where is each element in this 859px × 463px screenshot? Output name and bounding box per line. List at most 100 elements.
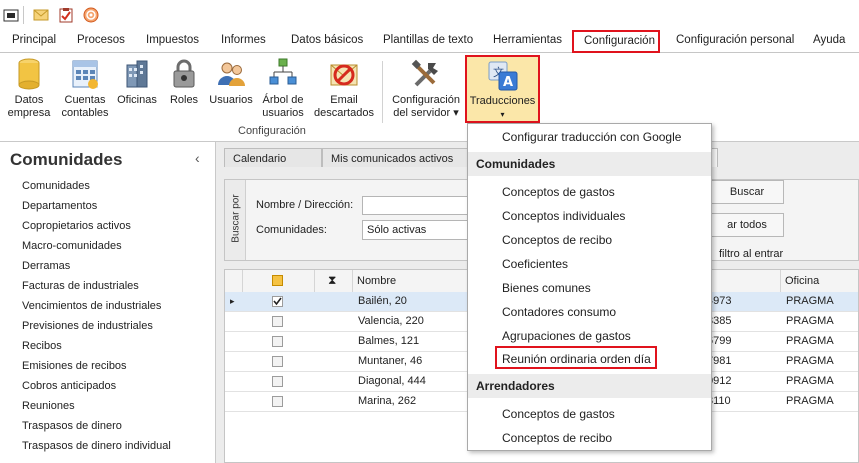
nav-item-traspasos-dinero[interactable]: Traspasos de dinero [22,420,122,432]
cuentas-contables-label2: contables [61,107,109,119]
nav-item-facturas-industriales[interactable]: Facturas de industriales [22,280,139,292]
menu-item-arr-conceptos-gastos[interactable]: Conceptos de gastos [502,407,615,421]
filtro-al-entrar-label: filtro al entrar [719,248,784,260]
ribbon-tabs: Principal Procesos Impuestos Informes Da… [0,30,859,53]
comunidades-label: Comunidades: [256,224,327,236]
configuracion-servidor-label2: del servidor ▾ [393,107,459,119]
nav-item-copropietarios[interactable]: Copropietarios activos [22,220,131,232]
configuracion-servidor-label1: Configuración [392,94,460,106]
arbol-usuarios-label2: usuarios [262,107,304,119]
traducciones-button[interactable]: 文A Traducciones ▾ [465,55,540,123]
tab-calendario[interactable]: Calendario [224,148,322,167]
roles-button[interactable]: Roles [164,53,204,129]
row-nombre: Bailén, 20 [358,295,407,307]
rss-icon[interactable] [83,7,99,23]
nav-item-derramas[interactable]: Derramas [22,260,70,272]
clipboard-icon[interactable] [58,7,74,23]
row-oficina: PRAGMA [786,315,834,327]
nav-item-traspasos-dinero-individual[interactable]: Traspasos de dinero individual [22,440,171,452]
nombre-direccion-input[interactable] [362,196,472,215]
menu-section-arrendadores: Arrendadores [468,374,711,398]
tab-ayuda[interactable]: Ayuda [813,34,845,46]
nav-item-vencimientos-industriales[interactable]: Vencimientos de industriales [22,300,161,312]
nav-item-departamentos[interactable]: Departamentos [22,200,97,212]
nav-item-macro-comunidades[interactable]: Macro-comunidades [22,240,122,252]
row-oficina: PRAGMA [786,335,834,347]
tab-impuestos[interactable]: Impuestos [146,34,199,46]
arbol-usuarios-button[interactable]: Árbol de usuarios [258,53,308,129]
nav-item-reuniones[interactable]: Reuniones [22,400,75,412]
nav-item-cobros-anticipados[interactable]: Cobros anticipados [22,380,116,392]
arbol-usuarios-label1: Árbol de [262,94,304,106]
tree-icon [267,57,299,91]
tab-principal[interactable]: Principal [12,34,56,46]
traducciones-label: Traducciones [469,95,536,107]
row-checkbox[interactable] [272,336,283,347]
quick-access-toolbar [0,0,859,30]
oficinas-label: Oficinas [117,94,157,106]
row-checkbox[interactable] [272,356,283,367]
row-checkbox[interactable] [272,316,283,327]
tab-plantillas-texto[interactable]: Plantillas de texto [383,34,473,46]
tab-herramientas[interactable]: Herramientas [493,34,562,46]
tab-mis-comunicados[interactable]: Mis comunicados activos [322,148,468,167]
collapse-icon[interactable]: ‹ [195,150,200,166]
oficinas-button[interactable]: Oficinas [115,53,159,129]
menu-item-reunion-ordinaria-label: Reunión ordinaria orden día [502,352,651,366]
filter-side-label: Buscar por [230,194,242,243]
mail-icon[interactable] [33,7,49,23]
app-icon[interactable] [3,7,19,23]
lock-icon [168,57,200,91]
cuentas-contables-button[interactable]: Cuentas contables [58,53,112,129]
tab-datos-basicos[interactable]: Datos básicos [291,34,363,46]
tab-configuracion[interactable]: Configuración [572,30,660,53]
nav-item-previsiones-industriales[interactable]: Previsiones de industriales [22,320,153,332]
datos-empresa-label2: empresa [7,107,51,119]
menu-item-conceptos-individuales[interactable]: Conceptos individuales [502,209,625,223]
left-panel-title: Comunidades [10,150,123,169]
row-nombre: Balmes, 121 [358,335,420,347]
email-descartados-button[interactable]: Email descartados [312,53,376,129]
hourglass-icon: ⧗ [328,273,337,287]
tab-procesos[interactable]: Procesos [77,34,125,46]
row-nombre: Valencia, 220 [358,315,424,327]
select-all-header[interactable] [243,270,315,292]
menu-item-bienes-comunes[interactable]: Bienes comunes [502,281,591,295]
traducciones-dropdown: Configurar traducción con Google Comunid… [467,123,712,451]
buscar-button[interactable]: Buscar [710,180,784,204]
column-oficina[interactable]: Oficina [781,270,858,292]
building-icon [121,57,153,91]
tab-informes[interactable]: Informes [221,34,266,46]
menu-item-contadores-consumo[interactable]: Contadores consumo [502,305,616,319]
menu-item-coeficientes[interactable]: Coeficientes [502,257,568,271]
calculator-icon [69,57,101,91]
row-checkbox[interactable] [272,376,283,387]
tab-configuracion-personal[interactable]: Configuración personal [676,34,794,46]
row-nombre: Muntaner, 46 [358,355,423,367]
email-descartados-label1: Email [330,94,358,106]
datos-empresa-label1: Datos [14,94,44,106]
nav-item-emisiones-recibos[interactable]: Emisiones de recibos [22,360,127,372]
row-oficina: PRAGMA [786,395,834,407]
ribbon: Datos empresa Cuentas contables Oficinas… [0,53,859,142]
menu-item-arr-conceptos-recibo[interactable]: Conceptos de recibo [502,431,612,445]
nav-item-recibos[interactable]: Recibos [22,340,62,352]
datos-empresa-button[interactable]: Datos empresa [4,53,54,129]
row-nombre: Marina, 262 [358,395,417,407]
email-descartados-label2: descartados [314,107,374,119]
svg-text:A: A [503,75,513,90]
ribbon-group-label: Configuración [238,125,306,137]
menu-item-configurar-google[interactable]: Configurar traducción con Google [468,124,711,150]
menu-item-configurar-google-label: Configurar traducción con Google [502,130,682,144]
menu-item-conceptos-gastos[interactable]: Conceptos de gastos [502,185,615,199]
row-checkbox[interactable] [272,296,283,307]
usuarios-button[interactable]: Usuarios [207,53,255,129]
menu-item-agrupaciones-gastos[interactable]: Agrupaciones de gastos [502,329,631,343]
comunidades-select[interactable]: Sólo activas [362,220,472,240]
row-checkbox[interactable] [272,396,283,407]
limpiar-button[interactable]: ar todos [710,213,784,237]
configuracion-servidor-button[interactable]: Configuración del servidor ▾ [388,53,464,129]
nav-item-comunidades[interactable]: Comunidades [22,180,90,192]
select-all-checkbox[interactable] [272,275,283,286]
menu-item-conceptos-recibo[interactable]: Conceptos de recibo [502,233,612,247]
